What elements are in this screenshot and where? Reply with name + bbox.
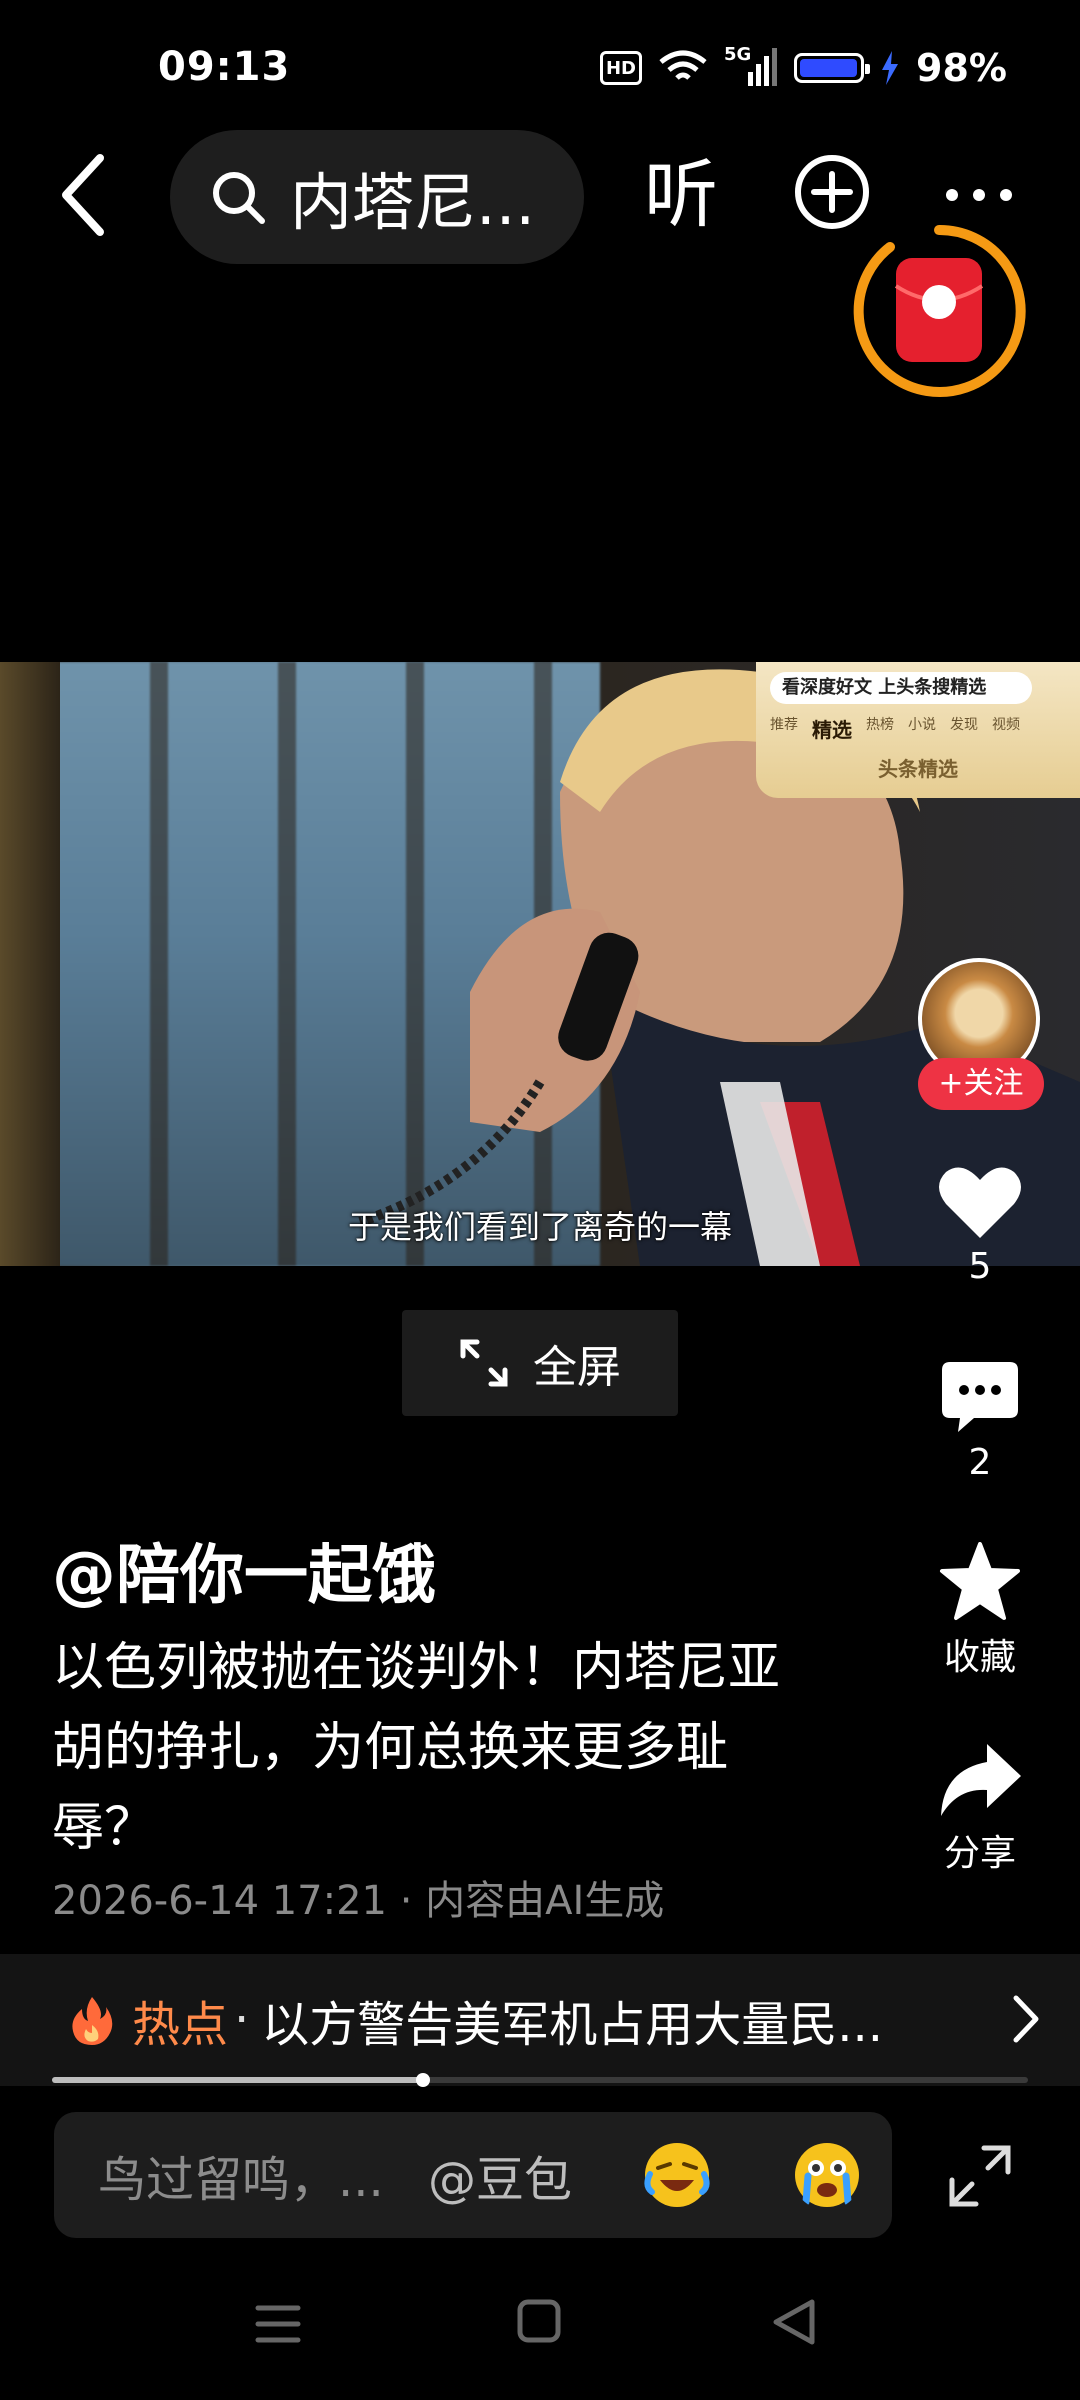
share-button[interactable]: 分享 xyxy=(930,1742,1030,1876)
video-subtitle: 于是我们看到了离奇的一幕 xyxy=(347,1208,732,1246)
promo-tab: 小说 xyxy=(908,717,936,733)
fullscreen-button[interactable]: 全屏 xyxy=(402,1310,678,1416)
promo-card[interactable]: 看深度好文 上头条搜精选 推荐 精选 热榜 小说 发现 视频 头条精选 xyxy=(756,662,1080,798)
video-progress-fill xyxy=(52,2077,423,2083)
laughing-crying-emoji-icon[interactable] xyxy=(642,2140,712,2210)
comment-button[interactable]: 2 xyxy=(930,1360,1030,1483)
hot-separator: · xyxy=(234,1992,250,2048)
red-packet-icon[interactable] xyxy=(850,222,1028,400)
search-query: 内塔尼... xyxy=(290,166,536,239)
heart-icon xyxy=(939,1167,1021,1238)
share-label: 分享 xyxy=(943,1833,1016,1874)
video-progress-bar[interactable] xyxy=(52,2077,1028,2083)
expand-icon[interactable] xyxy=(948,2144,1012,2208)
video-player[interactable]: 看深度好文 上头条搜精选 推荐 精选 热榜 小说 发现 视频 头条精选 于是我们… xyxy=(0,662,1080,1266)
promo-tab-active: 精选 xyxy=(812,718,852,742)
system-nav-bar xyxy=(255,2299,815,2345)
hd-icon: HD xyxy=(600,51,642,85)
mention-doubao-button[interactable]: @豆包 xyxy=(428,2140,572,2210)
like-button[interactable]: 5 xyxy=(930,1164,1030,1287)
battery-level xyxy=(800,59,857,77)
promo-search-text: 看深度好文 上头条搜精选 xyxy=(770,672,1032,704)
favorite-button[interactable]: 收藏 xyxy=(930,1542,1030,1680)
back-triangle-icon[interactable] xyxy=(773,2299,815,2345)
post-meta: 2026-6-14 17:21 · 内容由AI生成 xyxy=(52,1878,665,1924)
share-icon xyxy=(941,1744,1021,1816)
favorite-label: 收藏 xyxy=(943,1637,1016,1678)
video-progress-handle[interactable] xyxy=(415,2073,430,2087)
expand-arrows-icon xyxy=(460,1339,508,1387)
more-icon[interactable] xyxy=(944,170,1014,220)
comment-count: 2 xyxy=(968,1442,992,1483)
back-icon[interactable] xyxy=(52,150,122,240)
like-count: 5 xyxy=(968,1246,992,1287)
signal-icon: 5G xyxy=(724,44,778,88)
follow-button[interactable]: +关注 xyxy=(918,1058,1044,1110)
wifi-icon xyxy=(659,50,707,80)
crying-emoji-icon[interactable] xyxy=(792,2140,862,2210)
add-icon[interactable] xyxy=(792,152,872,232)
comment-icon xyxy=(942,1362,1018,1432)
promo-tab: 发现 xyxy=(950,717,978,733)
hot-headline: 以方警告美军机占用大量民... xyxy=(261,1997,884,2053)
flame-icon xyxy=(72,1997,113,2045)
home-icon[interactable] xyxy=(517,2299,561,2343)
charging-icon xyxy=(882,51,898,85)
promo-tabs: 推荐 精选 热榜 小说 发现 视频 xyxy=(770,714,1066,743)
listen-button[interactable]: 听 xyxy=(644,150,718,240)
promo-brand: 头条精选 xyxy=(878,757,958,781)
promo-tab: 推荐 xyxy=(770,717,798,733)
status-icons: HD 5G 98% xyxy=(600,44,1007,90)
status-time: 09:13 xyxy=(158,44,291,90)
battery-percent: 98% xyxy=(916,46,1007,90)
promo-tab: 视频 xyxy=(992,717,1020,733)
author-handle[interactable]: @陪你一起饿 xyxy=(52,1524,436,1616)
search-bar[interactable]: 内塔尼... xyxy=(170,130,584,264)
comment-placeholder: 鸟过留鸣，... xyxy=(98,2152,384,2208)
fullscreen-label: 全屏 xyxy=(533,1342,621,1393)
battery-icon xyxy=(794,53,870,83)
menu-icon[interactable] xyxy=(255,2305,301,2343)
promo-tab: 热榜 xyxy=(866,717,894,733)
star-icon xyxy=(940,1542,1020,1620)
comment-input[interactable]: 鸟过留鸣，... @豆包 xyxy=(54,2112,892,2238)
search-icon xyxy=(213,172,265,224)
hot-topic-bar[interactable]: 热点 · 以方警告美军机占用大量民... xyxy=(0,1954,1080,2086)
post-title: 以色列被抛在谈判外！内塔尼亚胡的挣扎，为何总换来更多耻辱？ xyxy=(52,1638,781,1858)
hot-label: 热点 xyxy=(132,1997,229,2053)
chevron-right-icon xyxy=(1013,1995,1039,2043)
